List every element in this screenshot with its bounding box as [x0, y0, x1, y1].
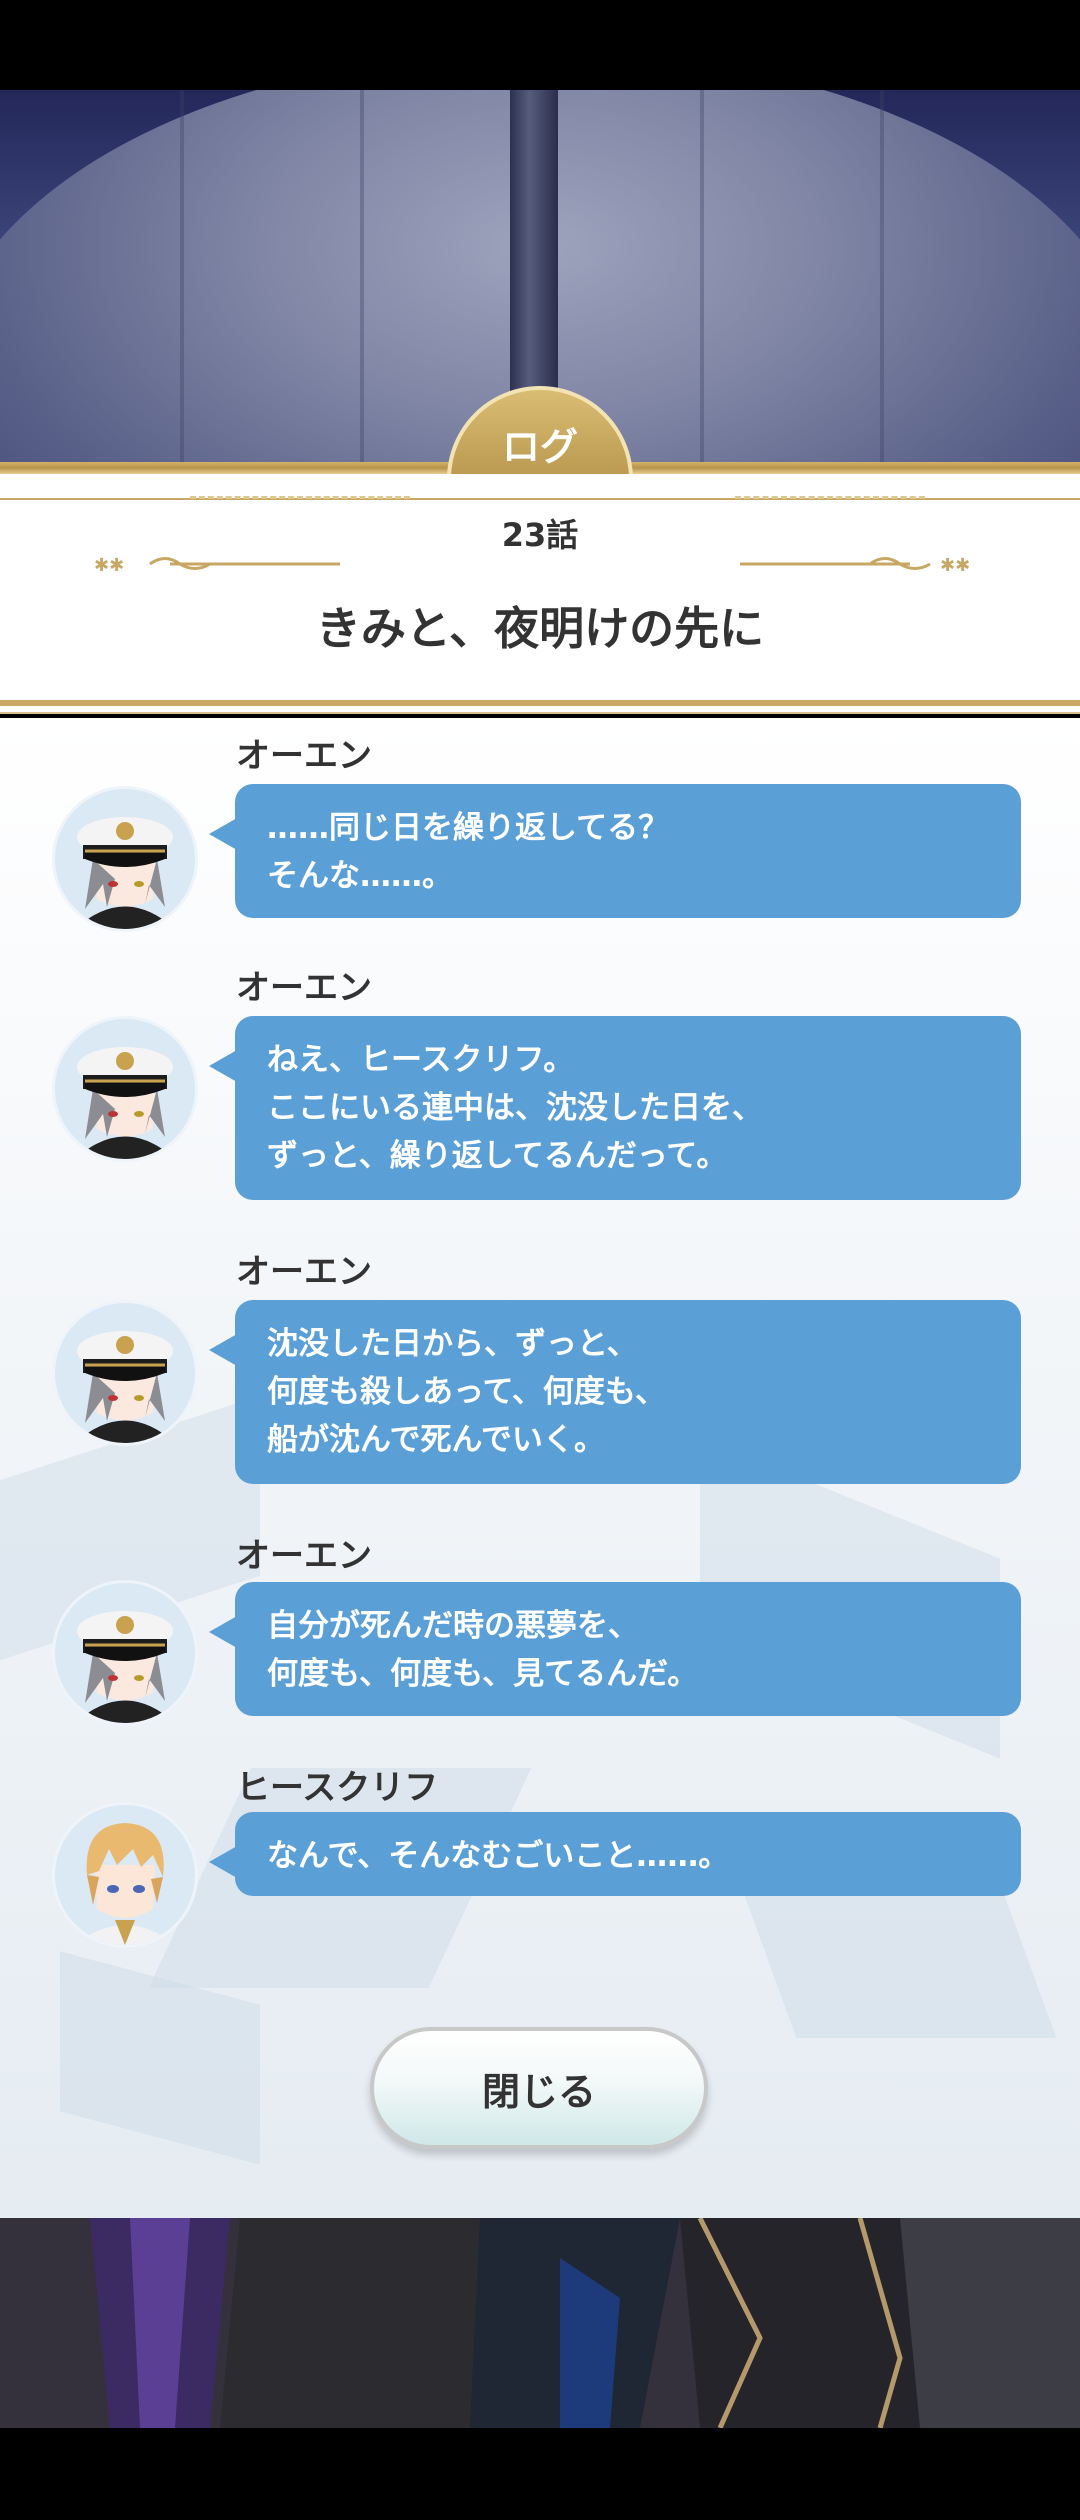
- dialogue-bubble: ……同じ日を繰り返してる？ そんな……。: [209, 784, 1021, 918]
- title-bottom-thin-border: [0, 712, 1080, 714]
- close-button-label: 閉じる: [481, 2069, 596, 2114]
- close-button[interactable]: 閉じる: [370, 2027, 708, 2149]
- dialogue-bubble: 自分が死んだ時の悪夢を、 何度も、何度も、見てるんだ。: [209, 1582, 1021, 1716]
- heathcliff-avatar: [52, 1802, 198, 1948]
- speaker-name: オーエン: [236, 736, 372, 776]
- title-panel: 23話 ✱✱ ✱✱ きみと、夜明けの先に: [0, 474, 1080, 712]
- speaker-name: オーエン: [236, 1252, 372, 1292]
- chapter-title: きみと、夜明けの先に: [315, 602, 765, 655]
- title-bottom-border: [0, 700, 1080, 706]
- left-ornament-icon: ✱✱: [94, 555, 340, 575]
- right-ornament-icon: ✱✱: [740, 555, 970, 575]
- dialogue-bubble: 沈没した日から、ずっと、 何度も殺しあって、何度も、 船が沈んで死んでいく。: [209, 1300, 1021, 1484]
- owen-avatar: [52, 1016, 198, 1162]
- svg-text:✱✱: ✱✱: [94, 555, 124, 575]
- speaker-name: ヒースクリフ: [236, 1768, 439, 1808]
- speaker-name: オーエン: [236, 1536, 372, 1576]
- dialogue-log[interactable]: オーエン ……同じ日を繰り返してる？ そんな……。 オーエン ねえ、ヒースクリフ…: [0, 718, 1080, 2218]
- owen-avatar: [52, 1300, 198, 1446]
- background-character-scene: [0, 2218, 1080, 2428]
- status-bar-area: [0, 0, 1080, 90]
- episode-number: 23話: [501, 516, 579, 554]
- svg-text:✱✱: ✱✱: [940, 555, 970, 575]
- owen-avatar: [52, 786, 198, 932]
- log-tab-label: ログ: [501, 424, 578, 469]
- dialogue-bubble: ねえ、ヒースクリフ。 ここにいる連中は、沈没した日を、 ずっと、繰り返してるんだ…: [209, 1016, 1021, 1200]
- navigation-bar-area: [0, 2428, 1080, 2520]
- speaker-name: オーエン: [236, 968, 372, 1008]
- dialogue-bubble: なんで、そんなむごいこと……。: [209, 1812, 1021, 1896]
- owen-avatar: [52, 1580, 198, 1726]
